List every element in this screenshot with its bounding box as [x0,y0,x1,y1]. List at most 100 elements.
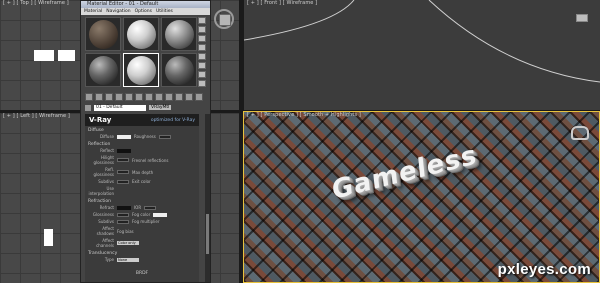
rollout-scrollbar[interactable] [205,114,210,282]
material-editor-title[interactable]: Material Editor - 01 - Default [81,1,210,8]
dark-sphere-icon [89,56,118,85]
material-name-field[interactable]: 01 - Default [94,104,146,111]
options-icon[interactable] [198,71,206,78]
viewcube-icon[interactable] [214,9,234,29]
diffuse-label: Diffuse [99,134,114,139]
menu-navigation[interactable]: Navigation [106,8,130,15]
material-type-button[interactable]: VRayMtl [149,105,172,110]
go-forward-icon[interactable] [195,93,203,101]
sample-slot[interactable] [161,53,197,87]
side-toolbar [198,17,206,87]
roughness-label: Roughness [134,134,156,139]
ior-label: IOR [134,205,142,210]
put-to-scene-icon[interactable] [95,93,103,101]
reflect-label: Reflect [100,148,114,153]
fresnel-label[interactable]: Fresnel reflections [132,158,168,163]
viewport-perspective-label[interactable]: [ + ] [ Perspective ] [ Smooth + Highlig… [247,112,361,118]
max-depth-label: Max depth [132,169,154,175]
go-to-parent-icon[interactable] [185,93,193,101]
show-end-result-icon[interactable] [175,93,183,101]
type-row: Type None [85,256,199,263]
section-refraction: Refraction [88,199,111,204]
refract-swatch[interactable] [117,205,131,210]
reflect-swatch[interactable] [117,148,131,153]
sample-slot-selected[interactable] [123,53,159,87]
subdivs-row: Subdivs Exit color [85,178,199,185]
vray-logo: V-Ray [89,116,112,124]
put-to-library-icon[interactable] [145,93,153,101]
backlight-icon[interactable] [198,26,206,33]
subdivs-spinner[interactable] [117,179,129,184]
material-editor-menu: Material Navigation Options Utilities [81,8,210,15]
glossiness-spinner[interactable] [117,212,129,217]
section-translucency: Translucency [88,251,118,256]
section-brdf: BRDF [135,271,149,276]
select-by-material-icon[interactable] [198,80,206,87]
sample-slot[interactable] [85,17,121,51]
subdivs-label: Subdivs [98,179,114,184]
background-icon[interactable] [198,35,206,42]
uv-tiling-icon[interactable] [198,44,206,51]
pick-material-icon[interactable] [85,104,91,111]
section-reflection: Reflection [88,142,111,147]
material-editor-window[interactable]: Material Editor - 01 - Default Material … [80,0,211,283]
make-preview-icon[interactable] [198,62,206,69]
video-check-icon[interactable] [198,53,206,60]
vray-tagline: optimized for V-Ray [150,117,195,123]
brick-floor [244,112,599,282]
type-dropdown[interactable]: None [117,257,139,262]
refract-label: Refract [99,205,114,210]
affect-shadows-label[interactable]: Affect shadows [88,226,114,236]
copy-material-icon[interactable] [125,93,133,101]
sample-slot[interactable] [123,17,159,51]
type-label: Type [104,257,114,262]
use-interp-label[interactable]: Use interpolation [88,186,114,196]
get-material-icon[interactable] [85,93,93,101]
stone-sphere-icon [89,20,118,49]
fog-color-swatch[interactable] [153,212,168,217]
hilight-spinner[interactable] [117,158,129,162]
section-diffuse: Diffuse [88,128,104,133]
show-map-icon[interactable] [165,93,173,101]
menu-options[interactable]: Options [135,8,152,15]
fog-color-label: Fog color [132,212,151,217]
make-unique-icon[interactable] [135,93,143,101]
affect-shadows-row: Affect shadows Fog bias [85,225,199,237]
dark-sphere-icon [165,56,194,85]
vray-parameters-rollout[interactable]: V-Ray optimized for V-Ray Diffuse Diffus… [85,114,199,282]
hilight-row: Hilight glossiness Fresnel reflections [85,154,199,166]
refl-gloss-label: Refl. glossiness [93,167,114,177]
menu-utilities[interactable]: Utilities [156,8,173,15]
menu-material[interactable]: Material [84,8,102,15]
sample-type-icon[interactable] [198,17,206,24]
exit-color-label: Exit color [132,179,151,184]
refl-gloss-spinner[interactable] [117,170,129,174]
refl-gloss-row: Refl. glossiness Max depth [85,166,199,178]
top-object-2 [58,50,75,61]
white-sphere-icon [127,56,156,85]
affect-channels-row: Affect channels Color only [85,237,199,249]
refr-subdivs-spinner[interactable] [117,219,129,224]
viewport-perspective[interactable]: [ + ] [ Perspective ] [ Smooth + Highlig… [243,111,600,283]
assign-to-selection-icon[interactable] [105,93,113,101]
refract-row: Refract IOR [85,204,199,211]
refr-subdivs-row: Subdivs Fog multiplier [85,218,199,225]
hilight-label: Hilight glossiness [93,155,114,165]
affect-channels-dropdown[interactable]: Color only [117,241,139,245]
front-viewcube-icon[interactable] [576,14,588,22]
reset-map-icon[interactable] [115,93,123,101]
viewcube-persp-icon[interactable] [571,126,589,140]
use-interp-row: Use interpolation [85,185,199,197]
sample-slot[interactable] [85,53,121,87]
viewport-front[interactable]: [ + ] [ Front ] [ Wireframe ] [244,0,600,110]
white-sphere-icon [127,20,156,49]
left-object [44,229,53,246]
diffuse-swatch[interactable] [117,134,131,139]
front-curve [244,0,600,83]
material-id-icon[interactable] [155,93,163,101]
viewport-left-label[interactable]: [ + ] [ Left ] [ Wireframe ] [3,113,70,119]
roughness-spinner[interactable] [158,134,171,139]
viewport-top-label[interactable]: [ + ] [ Top ] [ Wireframe ] [3,0,69,6]
sample-slot[interactable] [161,17,197,51]
ior-spinner[interactable] [144,205,157,210]
